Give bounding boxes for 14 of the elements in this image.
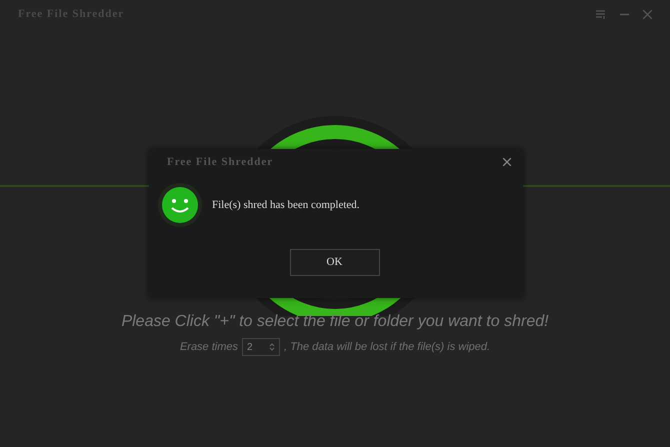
erase-times-spinner[interactable]: 2 xyxy=(242,338,280,356)
erase-times-value: 2 xyxy=(247,340,253,354)
menu-icon[interactable] xyxy=(596,10,606,18)
spinner-arrows-icon[interactable] xyxy=(269,342,276,352)
ok-button[interactable]: OK xyxy=(290,249,380,276)
close-icon[interactable] xyxy=(643,10,652,18)
smiley-icon xyxy=(158,183,202,227)
instruction-text: Please Click "+" to select the file or folder you want to shred! xyxy=(121,312,549,332)
minimize-icon[interactable] xyxy=(620,12,629,16)
dialog-message: File(s) shred has been completed. xyxy=(212,198,360,213)
erase-times-label: Erase times xyxy=(180,340,238,355)
dialog-title: Free File Shredder xyxy=(167,154,274,170)
close-icon[interactable] xyxy=(503,158,511,166)
erase-note: , The data will be lost if the file(s) is wiped. xyxy=(284,340,490,355)
